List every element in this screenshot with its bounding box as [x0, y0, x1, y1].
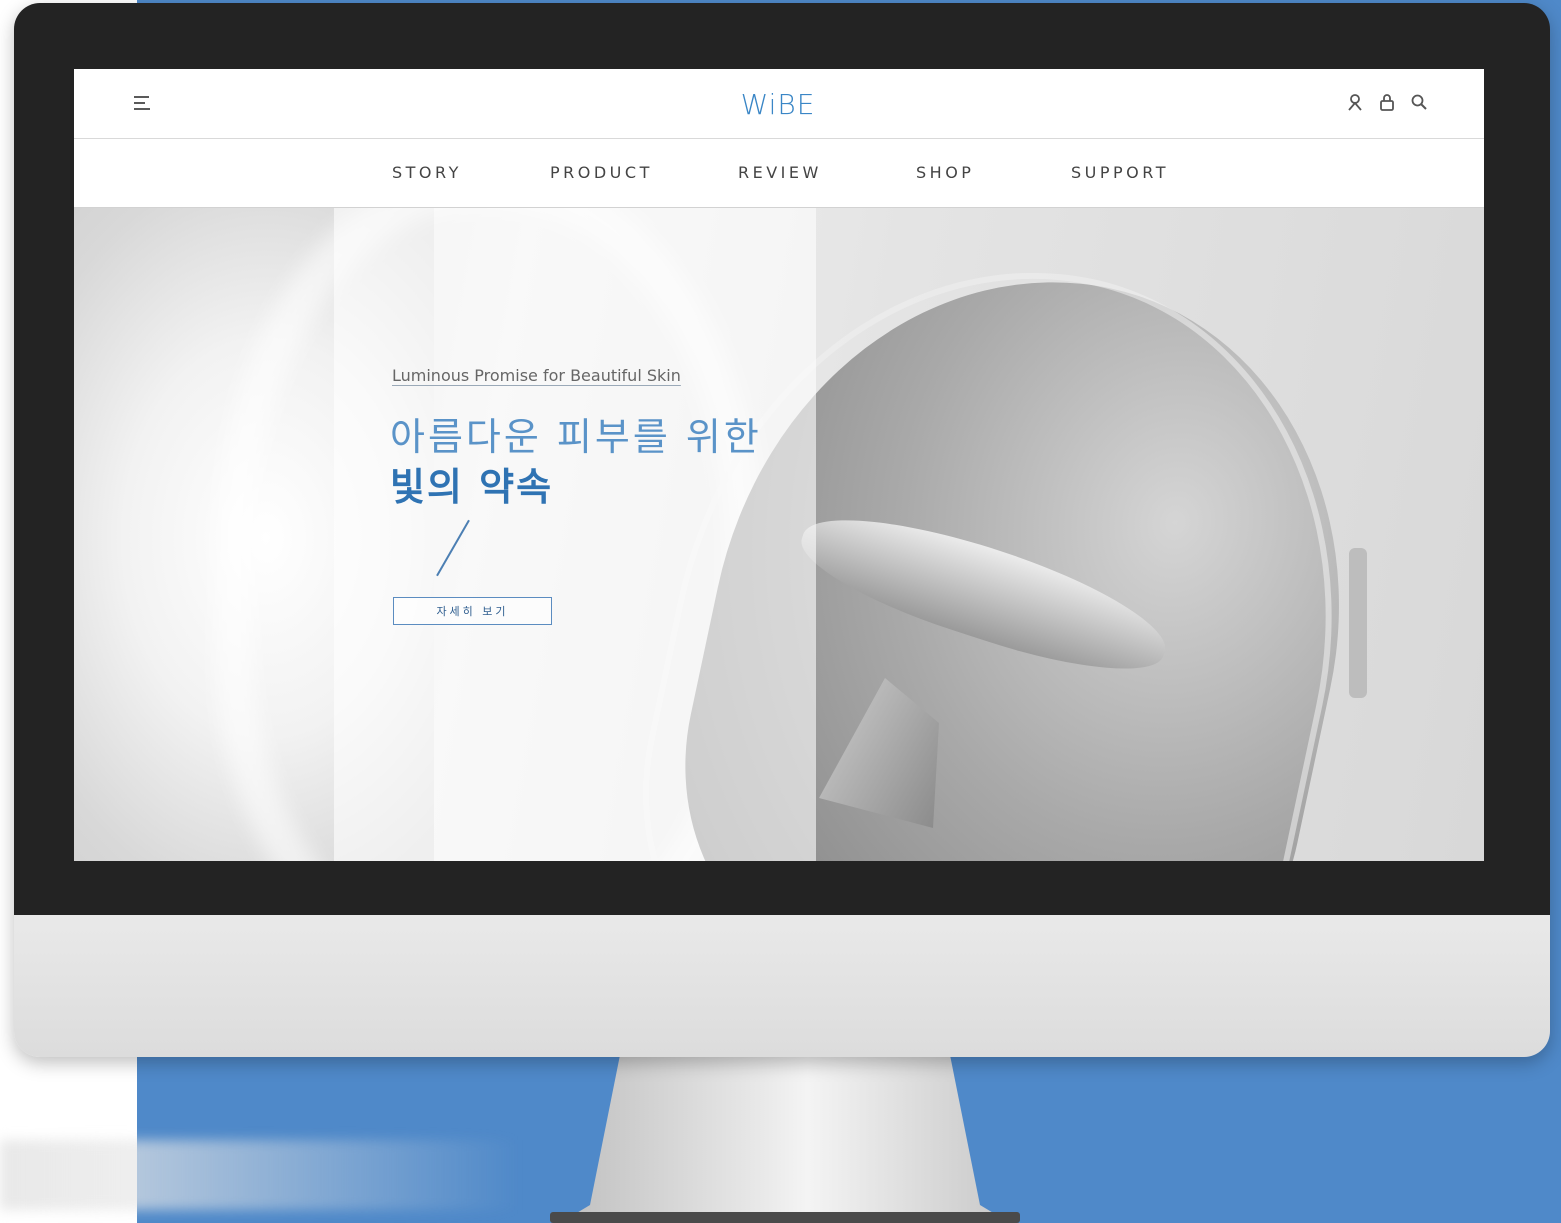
nav-review[interactable]: REVIEW	[738, 163, 822, 182]
monitor-stand-base	[550, 1212, 1020, 1223]
logo-text: WiBE	[740, 87, 816, 121]
hero-banner: Luminous Promise for Beautiful Skin 아름다운…	[74, 208, 1484, 861]
site-header: WiBE	[74, 69, 1484, 139]
bag-icon[interactable]	[1378, 93, 1396, 111]
led-mask-side-panel	[1349, 548, 1367, 698]
hero-text-panel	[334, 208, 816, 861]
menu-icon[interactable]	[134, 96, 150, 111]
monitor-chin	[14, 915, 1550, 1057]
nav-support[interactable]: SUPPORT	[1071, 163, 1169, 182]
search-icon[interactable]	[1410, 93, 1428, 111]
website-screen: WiBE STORY PRODUCT REVIEW SHOP SUPPORT L…	[74, 69, 1484, 861]
header-actions	[1346, 93, 1428, 111]
site-logo[interactable]: WiBE	[738, 87, 818, 121]
nav-shop[interactable]: SHOP	[916, 163, 974, 182]
hero-headline-line2: 빛의 약속	[390, 465, 554, 509]
main-navigation: STORY PRODUCT REVIEW SHOP SUPPORT	[74, 139, 1484, 208]
nav-story[interactable]: STORY	[392, 163, 462, 182]
floor-shadow	[0, 1140, 520, 1210]
view-details-button[interactable]: 자세히 보기	[393, 597, 552, 625]
nav-product[interactable]: PRODUCT	[550, 163, 653, 182]
hero-tagline: Luminous Promise for Beautiful Skin	[392, 366, 681, 385]
monitor-stand	[560, 1055, 1010, 1223]
hero-headline-line1: 아름다운 피부를 위한	[390, 415, 762, 459]
user-icon[interactable]	[1346, 93, 1364, 111]
